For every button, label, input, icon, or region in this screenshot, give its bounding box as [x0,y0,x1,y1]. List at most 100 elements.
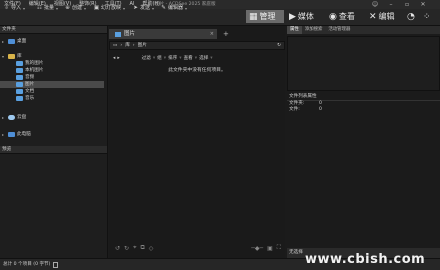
folder-icon [16,75,23,80]
account-icon[interactable]: ☺ [368,0,382,9]
chevron-down-icon: ▾ [185,6,188,11]
cloud-icon [8,115,15,120]
compare-icon[interactable]: ⧉ [140,244,144,252]
tree-item-label: 本机图片 [25,68,44,73]
chevron-right-icon: › [120,42,123,48]
fullscreen-icon[interactable]: ⛶ [277,244,281,252]
create-label: 创建 [72,5,83,11]
filter-bar: ◂ ▸ 过滤 ▾ 组 ▾ 排序 ▾ 查看 ▾ 选择 ▾ [109,54,285,64]
eye-icon: ◉ [329,11,337,22]
chevron-down-icon: ▾ [56,6,59,11]
chevron-down-icon: ▾ [23,6,26,11]
import-icon: ⇩ [4,5,9,11]
rotate-right-icon[interactable]: ↻ [124,245,129,252]
create-button[interactable]: ⊕ 创建 ▾ [64,4,86,13]
properties-content [287,36,440,91]
tree-item-label: 音频 [25,75,35,80]
close-button[interactable]: ✕ [416,0,430,9]
desktop-icon [8,39,15,44]
breadcrumb-pictures[interactable]: 图片 [138,42,147,50]
tree-item-local-pictures[interactable]: 本机图片 [10,67,43,74]
dashboard-icon[interactable]: ◔ [407,10,415,23]
create-icon: ⊕ [65,5,70,11]
tree-item-desktop[interactable]: ▸ 桌面 [2,38,26,45]
preview-panel: 预览 [0,146,108,258]
folders-panel-title: 文件夹 [0,26,107,34]
folder-icon [16,68,23,73]
tab-pictures[interactable]: 图片 × [109,29,217,39]
batch-button[interactable]: ☷ 批量 ▾ [36,4,58,13]
folder-icon [16,96,23,101]
properties-panel: 属性 添加搜索 活动管理器 文件列表属性 文件夹: 0 文件: 0 无选择 [287,26,440,258]
chevron-right-icon: › [132,42,135,48]
library-icon [8,54,15,59]
collapse-arrow-icon: ▾ [2,54,5,59]
tag-icon[interactable]: ◇ [149,245,154,252]
back-icon[interactable]: ◂ [113,54,115,64]
tree-item-this-pc[interactable]: ▸ 此电脑 [2,131,31,138]
chevron-down-icon: ▾ [152,6,155,11]
thumbnail-view-icon[interactable]: ▣ [267,245,273,252]
tree-item-label: 图片 [25,82,35,87]
mode-manage-tab[interactable]: ▦ 管理 [246,10,284,23]
folder-icon [16,89,23,94]
media-icon: ▶ [289,11,296,22]
mode-media-label: 媒体 [297,12,314,21]
tree-item-my-pictures[interactable]: 我的图片 [10,60,43,67]
property-row: 文件: 0 [287,107,440,113]
mode-edit-label: 编辑 [378,12,395,21]
tab-properties[interactable]: 属性 [287,26,302,34]
mode-view-tab[interactable]: ◉ 查看 [329,10,355,23]
send-button[interactable]: ➤ 发送 ▾ [132,4,154,13]
tree-item-library[interactable]: ▾ 库 [2,53,22,60]
view-menu[interactable]: 查看 [184,54,193,64]
tab-add-search[interactable]: 添加搜索 [302,26,326,34]
import-button[interactable]: ⇩ 导入 ▾ [3,4,25,13]
tree-item-audio[interactable]: 音频 [10,74,34,81]
zoom-slider[interactable]: ─◆─ [251,245,263,252]
import-label: 导入 [11,5,22,11]
forward-icon[interactable]: ▸ [117,54,119,64]
apps-icon[interactable]: ⁘ [423,10,431,23]
select-menu[interactable]: 选择 [199,54,208,64]
maximize-button[interactable]: ▫ [400,0,414,9]
rotate-left-icon[interactable]: ↺ [115,245,120,252]
tree-item-documents[interactable]: 文档 [10,88,34,95]
minimize-button[interactable]: – [384,0,398,9]
refresh-icon[interactable]: ↻ [277,42,281,50]
group-menu[interactable]: 组 [157,54,162,64]
watermark: www.cbish.com [305,252,426,267]
tree-item-label: 库 [17,54,22,59]
batch-icon: ☷ [37,5,42,11]
close-tab-icon[interactable]: × [210,29,214,39]
tree-item-cloud[interactable]: ▸ 云盘 [2,114,26,121]
mode-media-tab[interactable]: ▶ 媒体 [289,10,314,23]
pictures-tab-icon [115,31,121,37]
grid-icon: ▦ [249,11,258,22]
edit-tools-icon: ✕ [369,11,377,22]
send-icon: ➤ [133,5,138,11]
address-bar[interactable]: ▭ › 库 › 图片 ↻ [109,41,285,50]
filter-menu[interactable]: 过滤 [142,54,151,64]
mode-edit-tab[interactable]: ✕ 编辑 [369,10,395,23]
tree-item-label: 我的图片 [25,61,44,66]
sort-menu[interactable]: 排序 [168,54,177,64]
status-text: 总计 0 个项目 (0 字节) [3,261,51,267]
tree-item-pictures[interactable]: 图片 [0,81,104,88]
breadcrumb-library[interactable]: 库 [125,42,130,50]
slideshow-icon: ▣ [93,5,100,11]
monitor-icon: ▭ [113,42,118,48]
expand-arrow-icon: ▸ [2,115,5,120]
new-tab-button[interactable]: + [223,29,229,39]
slideshow-label: 幻灯放映 [101,5,122,11]
pin-icon[interactable]: ⌖ [133,244,136,252]
tree-item-label: 文档 [25,89,35,94]
tab-activity-manager[interactable]: 活动管理器 [325,26,353,34]
chevron-down-icon: ▾ [123,6,126,11]
file-icon [53,261,59,268]
slideshow-button[interactable]: ▣ 幻灯放映 ▾ [93,4,125,13]
tree-item-music[interactable]: 音乐 [10,95,34,102]
property-label: 文件: [289,107,300,112]
tree-item-label: 音乐 [25,96,35,101]
editor-button[interactable]: ✎ 编辑器 ▾ [160,4,187,13]
